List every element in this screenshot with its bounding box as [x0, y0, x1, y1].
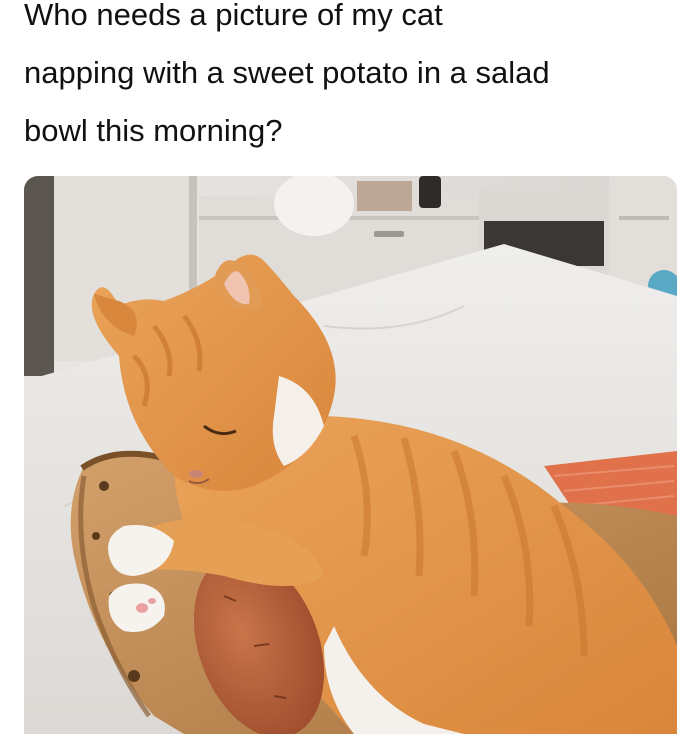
cat-photo	[24, 176, 677, 734]
doorway-dark	[24, 176, 54, 376]
meme-post: Who needs a picture of my cat napping wi…	[0, 0, 700, 734]
caption-line-1: Who needs a picture of my cat	[24, 0, 443, 32]
caption-line-3: bowl this morning?	[24, 113, 283, 148]
caption-line-2: napping with a sweet potato in a salad	[24, 55, 550, 90]
post-caption: Who needs a picture of my cat napping wi…	[24, 0, 684, 160]
